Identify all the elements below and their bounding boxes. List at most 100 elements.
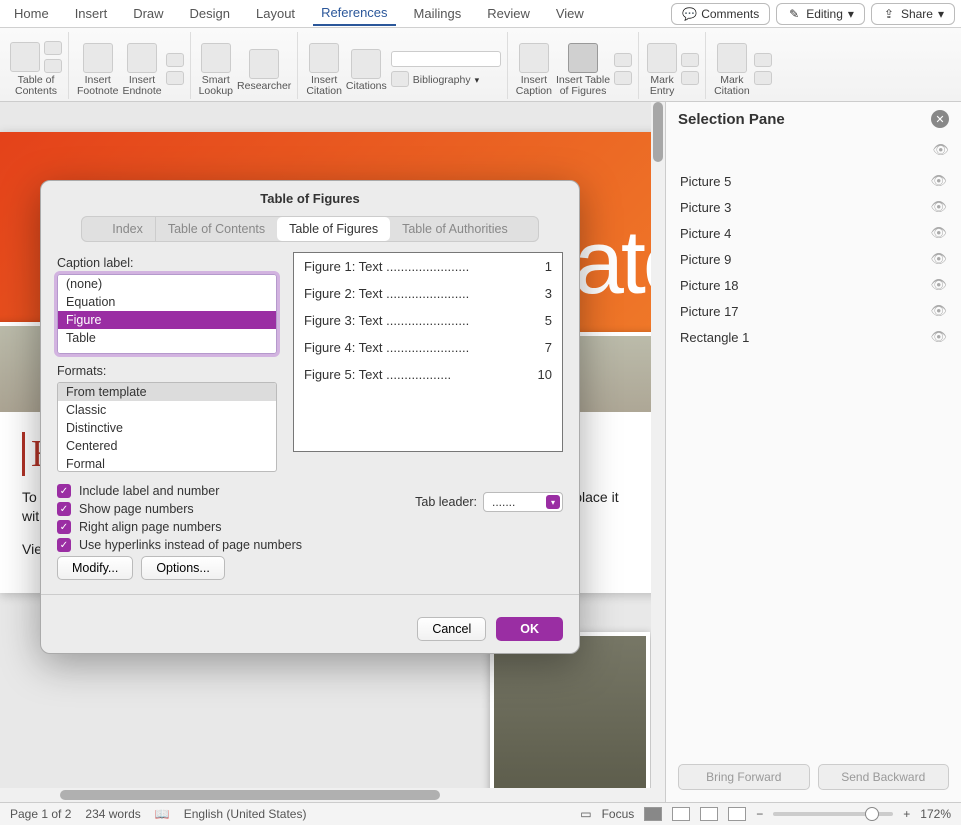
tab-design[interactable]: Design: [182, 2, 238, 25]
list-item[interactable]: Distinctive: [58, 419, 276, 437]
send-backward-button[interactable]: Send Backward: [818, 764, 950, 790]
selection-item[interactable]: Picture 5👁: [678, 168, 949, 194]
zoom-thumb[interactable]: [865, 807, 879, 821]
comment-icon: 💬: [682, 7, 696, 21]
spellcheck-icon[interactable]: 📖: [155, 807, 170, 821]
insert-caption-icon[interactable]: [519, 43, 549, 73]
zoom-slider[interactable]: [773, 812, 893, 816]
tab-leader-select[interactable]: .......▾: [483, 492, 563, 512]
draft-view-icon[interactable]: [728, 807, 746, 821]
zoom-in-icon[interactable]: +: [903, 807, 910, 821]
close-icon[interactable]: ✕: [931, 110, 949, 128]
web-layout-view-icon[interactable]: [672, 807, 690, 821]
eye-icon[interactable]: 👁: [930, 199, 947, 215]
selection-item[interactable]: Picture 3👁: [678, 194, 949, 220]
tab-references[interactable]: References: [313, 1, 395, 26]
tab-index[interactable]: Index: [100, 217, 155, 241]
ok-button[interactable]: OK: [496, 617, 563, 641]
eye-icon[interactable]: 👁: [930, 173, 947, 189]
tab-draw[interactable]: Draw: [125, 2, 171, 25]
tab-review[interactable]: Review: [479, 2, 538, 25]
tab-toa[interactable]: Table of Authorities: [390, 217, 520, 241]
add-text-icon[interactable]: [44, 41, 62, 55]
vertical-scrollbar[interactable]: [651, 102, 665, 802]
tab-insert[interactable]: Insert: [67, 2, 116, 25]
scrollbar-thumb[interactable]: [653, 102, 663, 162]
formats-listbox[interactable]: From template Classic Distinctive Center…: [57, 382, 277, 472]
eye-icon[interactable]: 👁: [930, 329, 947, 345]
smart-lookup-icon[interactable]: [201, 43, 231, 73]
focus-icon[interactable]: ▭: [580, 807, 591, 821]
update-tof-icon[interactable]: [614, 53, 632, 67]
tab-layout[interactable]: Layout: [248, 2, 303, 25]
list-item[interactable]: Formal: [58, 455, 276, 472]
share-button[interactable]: ⇪Share▾: [871, 3, 955, 25]
zoom-out-icon[interactable]: −: [756, 807, 763, 821]
horizontal-scrollbar[interactable]: [0, 788, 665, 802]
page-indicator[interactable]: Page 1 of 2: [10, 807, 71, 821]
mark-entry-icon[interactable]: [647, 43, 677, 73]
eye-icon[interactable]: 👁: [930, 225, 947, 241]
picture-placeholder[interactable]: [490, 632, 650, 802]
selection-item[interactable]: Rectangle 1👁: [678, 324, 949, 350]
eye-icon[interactable]: 👁: [930, 277, 947, 293]
citations-icon[interactable]: [351, 49, 381, 79]
options-button[interactable]: Options...: [141, 556, 225, 580]
tab-mailings[interactable]: Mailings: [406, 2, 470, 25]
zoom-level[interactable]: 172%: [920, 807, 951, 821]
print-layout-view-icon[interactable]: [644, 807, 662, 821]
researcher-icon[interactable]: [249, 49, 279, 79]
caption-label-listbox[interactable]: (none) Equation Figure Table: [57, 274, 277, 354]
list-item[interactable]: Table: [58, 329, 276, 347]
insert-index-icon[interactable]: [681, 53, 699, 67]
next-footnote-icon[interactable]: [166, 53, 184, 67]
list-item[interactable]: (none): [58, 275, 276, 293]
selection-item[interactable]: Picture 9👁: [678, 246, 949, 272]
editing-button[interactable]: ✎Editing▾: [776, 3, 865, 25]
insert-footnote-icon[interactable]: [83, 43, 113, 73]
bibliography-icon[interactable]: [391, 71, 409, 87]
insert-tof-icon[interactable]: [568, 43, 598, 73]
list-item[interactable]: Classic: [58, 401, 276, 419]
eye-icon[interactable]: 👁: [930, 251, 947, 267]
list-item[interactable]: From template: [58, 383, 276, 401]
checkbox-hyperlinks[interactable]: ✓: [57, 538, 71, 552]
update-toa-icon[interactable]: [754, 71, 772, 85]
selection-item[interactable]: Picture 17👁: [678, 298, 949, 324]
show-all-icon[interactable]: 👁: [932, 142, 949, 157]
update-toc-icon[interactable]: [44, 59, 62, 73]
checkbox-show-pages[interactable]: ✓: [57, 502, 71, 516]
cross-ref-icon[interactable]: [614, 71, 632, 85]
insert-endnote-icon[interactable]: [127, 43, 157, 73]
group-toc[interactable]: Table of Contents: [4, 32, 69, 99]
modify-button[interactable]: Modify...: [57, 556, 133, 580]
show-notes-icon[interactable]: [166, 71, 184, 85]
list-item[interactable]: Centered: [58, 437, 276, 455]
mark-citation-icon[interactable]: [717, 43, 747, 73]
focus-label[interactable]: Focus: [602, 807, 635, 821]
eye-icon[interactable]: 👁: [930, 303, 947, 319]
dialog-tabs: Index Table of Contents Table of Figures…: [81, 216, 539, 242]
cancel-button[interactable]: Cancel: [417, 617, 486, 641]
chevron-down-icon: ▾: [938, 7, 944, 21]
comments-button[interactable]: 💬Comments: [671, 3, 770, 25]
list-item[interactable]: Figure: [58, 311, 276, 329]
tab-home[interactable]: Home: [6, 2, 57, 25]
scrollbar-thumb[interactable]: [60, 790, 440, 800]
tab-toc[interactable]: Table of Contents: [155, 217, 277, 241]
checkbox-include-label[interactable]: ✓: [57, 484, 71, 498]
style-dropdown[interactable]: [391, 51, 501, 67]
list-item[interactable]: Equation: [58, 293, 276, 311]
language-indicator[interactable]: English (United States): [184, 807, 307, 821]
outline-view-icon[interactable]: [700, 807, 718, 821]
word-count[interactable]: 234 words: [85, 807, 140, 821]
tab-view[interactable]: View: [548, 2, 592, 25]
insert-toa-icon[interactable]: [754, 53, 772, 67]
tab-tof[interactable]: Table of Figures: [277, 217, 390, 241]
selection-item[interactable]: Picture 18👁: [678, 272, 949, 298]
update-index-icon[interactable]: [681, 71, 699, 85]
checkbox-right-align[interactable]: ✓: [57, 520, 71, 534]
bring-forward-button[interactable]: Bring Forward: [678, 764, 810, 790]
selection-item[interactable]: Picture 4👁: [678, 220, 949, 246]
insert-citation-icon[interactable]: [309, 43, 339, 73]
